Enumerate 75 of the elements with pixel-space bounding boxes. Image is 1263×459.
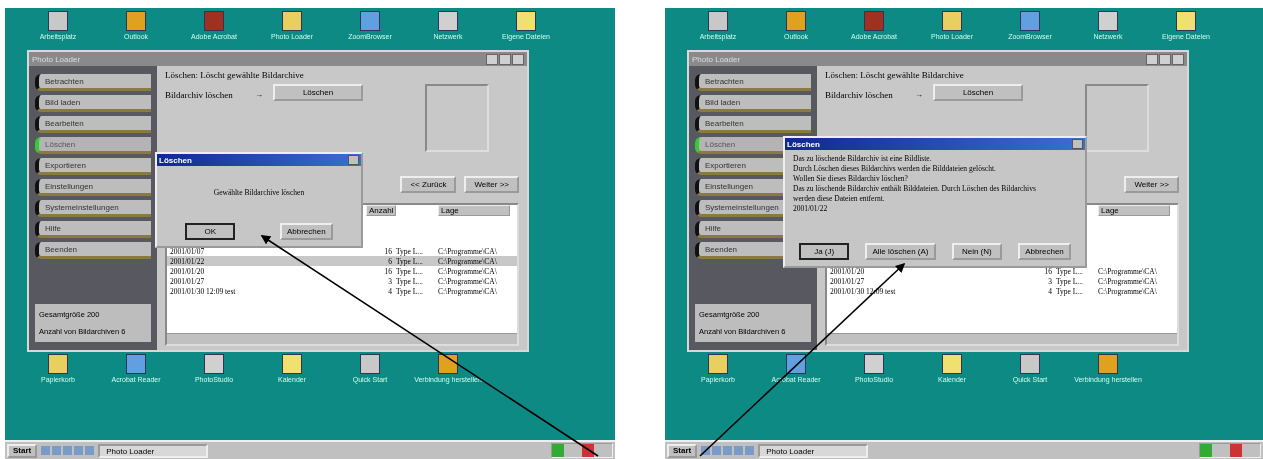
window-title: Photo Loader xyxy=(32,54,81,64)
arrow-text: → xyxy=(915,90,923,99)
desktop-icon[interactable] xyxy=(1020,354,1040,374)
nav-button[interactable]: Weiter >> xyxy=(464,176,519,193)
desktop-icon[interactable] xyxy=(1176,11,1196,31)
desktop-icon[interactable] xyxy=(360,354,380,374)
section-heading: Löschen: Löscht gewählte Bildarchive xyxy=(825,70,965,80)
dialog-button[interactable]: Ja (J) xyxy=(799,243,850,260)
nav-button[interactable]: << Zurück xyxy=(400,176,457,193)
sidebar-item[interactable]: Betrachten xyxy=(695,74,811,91)
sidebar-item[interactable]: Bearbeiten xyxy=(35,116,151,133)
desktop-icon[interactable] xyxy=(708,354,728,374)
dialog-button[interactable]: Alle löschen (A) xyxy=(865,243,936,260)
sidebar-item[interactable]: Löschen xyxy=(35,137,151,154)
close-button[interactable] xyxy=(1172,53,1184,65)
column-header[interactable]: Lage xyxy=(438,205,510,216)
desktop-icon[interactable] xyxy=(1098,354,1118,374)
field-label: Bildarchiv löschen xyxy=(825,90,894,100)
sidebar-item[interactable]: Bild laden xyxy=(695,95,811,112)
desktop-icon[interactable] xyxy=(360,11,380,31)
close-button[interactable] xyxy=(512,53,524,65)
desktop-icon[interactable] xyxy=(438,11,458,31)
preview-box xyxy=(425,84,489,152)
sidebar-item[interactable]: Bild laden xyxy=(35,95,151,112)
desktop-icon[interactable] xyxy=(786,354,806,374)
desktop-icon[interactable] xyxy=(438,354,458,374)
close-button[interactable] xyxy=(348,155,359,165)
dialog-button[interactable]: OK xyxy=(185,223,236,240)
sidebar-item[interactable]: Systemeinstellungen xyxy=(35,200,151,217)
desktop-icon[interactable] xyxy=(282,11,302,31)
minimize-button[interactable] xyxy=(1146,53,1158,65)
desktop-icon[interactable] xyxy=(1020,11,1040,31)
desktop-icon[interactable] xyxy=(126,11,146,31)
desktop-icon[interactable] xyxy=(48,11,68,31)
desktop-icon[interactable] xyxy=(204,354,224,374)
desktop-icon[interactable] xyxy=(48,354,68,374)
start-button[interactable]: Start xyxy=(667,443,698,458)
desktop-icon[interactable] xyxy=(786,11,806,31)
field-label: Bildarchiv löschen xyxy=(165,90,234,100)
sidebar-item[interactable]: Beenden xyxy=(35,242,151,259)
close-button[interactable] xyxy=(1072,139,1083,149)
scrollbar[interactable] xyxy=(167,333,517,344)
arrow-text: → xyxy=(255,90,263,99)
maximize-button[interactable] xyxy=(499,53,511,65)
preview-box xyxy=(1085,84,1149,152)
sidebar-item[interactable]: Betrachten xyxy=(35,74,151,91)
nav-button[interactable]: Weiter >> xyxy=(1124,176,1179,193)
desktop-icon[interactable] xyxy=(708,11,728,31)
column-header[interactable]: Lage xyxy=(1098,205,1170,216)
desktop-icon[interactable] xyxy=(864,354,884,374)
taskbar-button[interactable]: Photo Loader xyxy=(758,443,869,458)
section-heading: Löschen: Löscht gewählte Bildarchive xyxy=(165,70,305,80)
taskbar-button[interactable]: Photo Loader xyxy=(98,443,209,458)
desktop-icon[interactable] xyxy=(126,354,146,374)
maximize-button[interactable] xyxy=(1159,53,1171,65)
dialog-button[interactable]: Abbrechen xyxy=(279,223,333,240)
scrollbar[interactable] xyxy=(827,333,1177,344)
dialog-button[interactable]: Nein (N) xyxy=(951,243,1002,260)
column-header[interactable]: Anzahl xyxy=(366,205,396,216)
desktop-icon[interactable] xyxy=(942,354,962,374)
window-title: Photo Loader xyxy=(692,54,741,64)
sidebar-item[interactable]: Hilfe xyxy=(35,221,151,238)
start-button[interactable]: Start xyxy=(7,443,38,458)
sidebar-item[interactable]: Exportieren xyxy=(35,158,151,175)
delete-button[interactable]: Löschen xyxy=(933,84,1023,101)
delete-button[interactable]: Löschen xyxy=(273,84,363,101)
desktop-icon[interactable] xyxy=(1098,11,1118,31)
dialog-button[interactable]: Abbrechen xyxy=(1018,243,1071,260)
minimize-button[interactable] xyxy=(486,53,498,65)
dialog-title: Löschen xyxy=(159,155,192,165)
desktop-icon[interactable] xyxy=(282,354,302,374)
desktop-icon[interactable] xyxy=(516,11,536,31)
sidebar-item[interactable]: Bearbeiten xyxy=(695,116,811,133)
desktop-icon[interactable] xyxy=(942,11,962,31)
sidebar-item[interactable]: Einstellungen xyxy=(35,179,151,196)
